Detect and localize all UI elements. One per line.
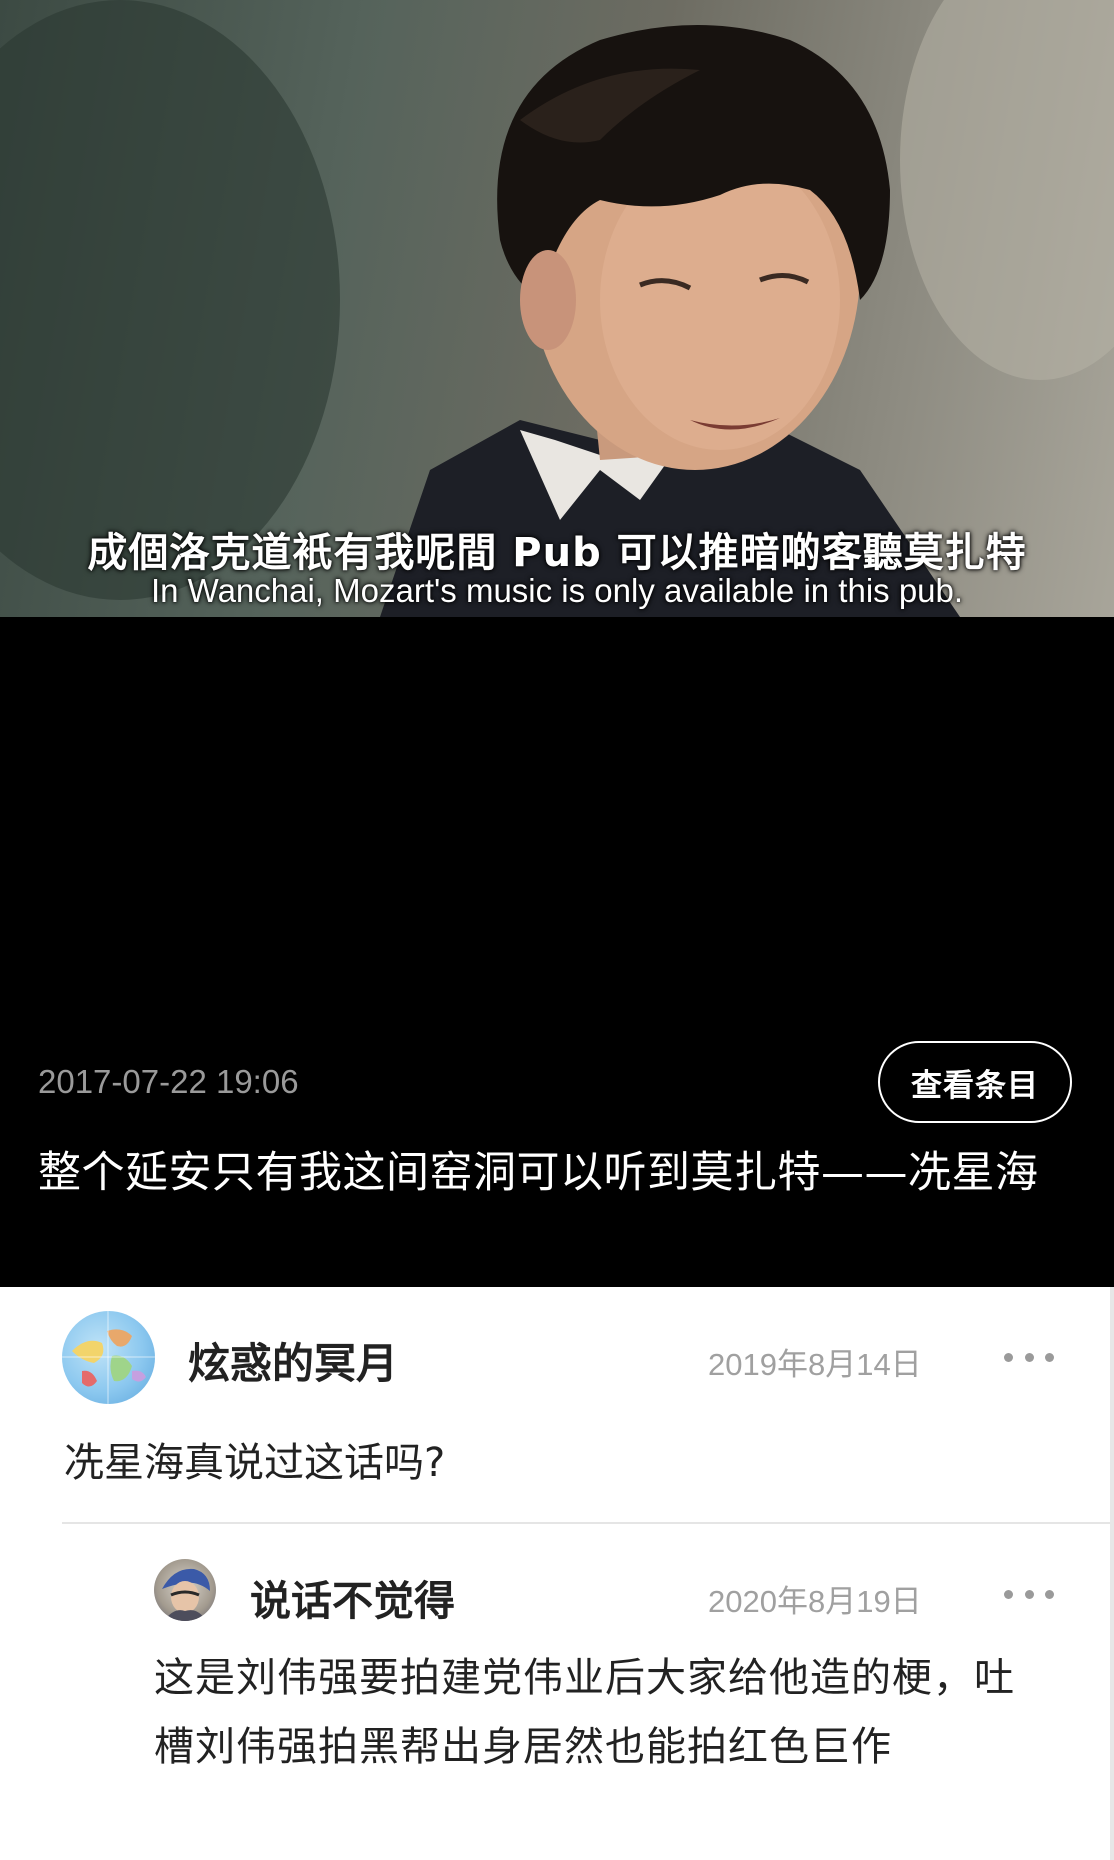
more-options-icon[interactable] — [1004, 1342, 1054, 1372]
reply-text: 这是刘伟强要拍建党伟业后大家给他造的梗，吐槽刘伟强拍黑帮出身居然也能拍红色巨作 — [154, 1655, 1015, 1770]
more-options-icon[interactable] — [1004, 1579, 1054, 1609]
post-text: 整个延安只有我这间窑洞可以听到莫扎特——冼星海 — [38, 1148, 1039, 1198]
scrollbar-track[interactable] — [1110, 1287, 1114, 1860]
post-date: 2017-07-22 19:06 — [38, 1063, 299, 1100]
media-area: 成個洛克道衹有我呢間 Pub 可以推暗啲客聽莫扎特 In Wanchai, Mo… — [0, 0, 1114, 1287]
comment-date: 2019年8月14日 — [708, 1347, 922, 1382]
subtitle-english: In Wanchai, Mozart's music is only avail… — [150, 572, 964, 609]
comments-section: 炫惑的冥月 2019年8月14日 冼星海真说过这话吗? 说话不觉得 2020年8… — [0, 1287, 1114, 1860]
view-entry-button[interactable]: 查看条目 — [878, 1041, 1072, 1123]
globe-avatar-icon[interactable] — [62, 1311, 155, 1404]
character-avatar-icon[interactable] — [154, 1559, 216, 1621]
comment-divider — [62, 1522, 1114, 1524]
comment-author[interactable]: 炫惑的冥月 — [188, 1330, 398, 1391]
subtitle-chinese: 成個洛克道衹有我呢間 Pub 可以推暗啲客聽莫扎特 — [87, 530, 1027, 576]
comment-text: 冼星海真说过这话吗? — [64, 1440, 446, 1486]
video-frame[interactable]: 成個洛克道衹有我呢間 Pub 可以推暗啲客聽莫扎特 In Wanchai, Mo… — [0, 0, 1114, 617]
reply-author[interactable]: 说话不觉得 — [250, 1567, 455, 1627]
reply-date: 2020年8月19日 — [708, 1584, 922, 1619]
